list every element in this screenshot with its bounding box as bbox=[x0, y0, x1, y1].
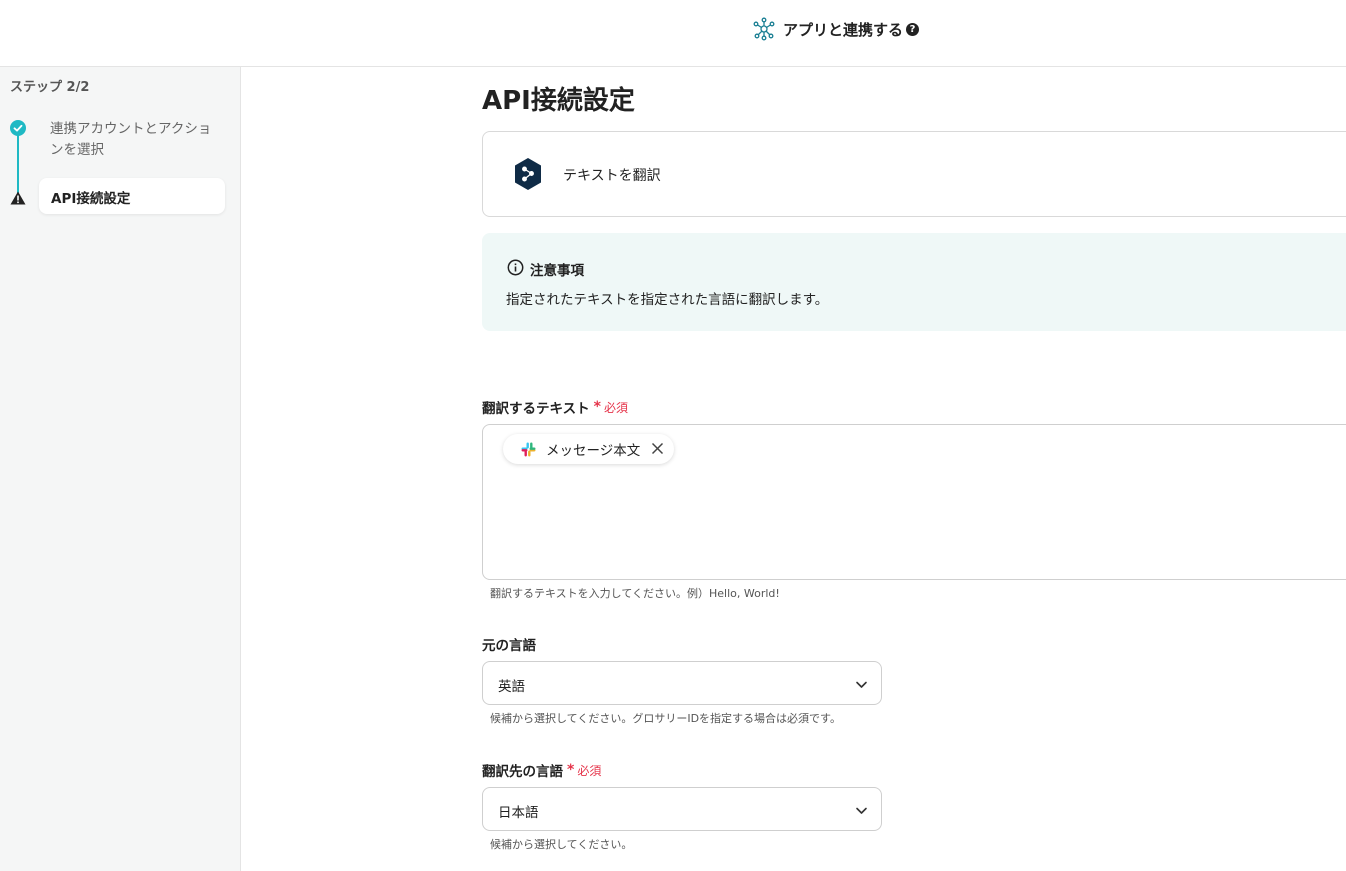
text-field-label: 翻訳するテキスト * 必須 bbox=[482, 397, 628, 417]
close-icon[interactable] bbox=[651, 442, 664, 455]
network-icon bbox=[753, 17, 775, 41]
page-title: API接続設定 bbox=[482, 86, 635, 116]
chip-label: メッセージ本文 bbox=[546, 443, 641, 459]
step-count: ステップ 2/2 bbox=[10, 80, 90, 95]
required-mark: * bbox=[567, 762, 575, 778]
target-lang-value: 日本語 bbox=[498, 805, 539, 821]
step-progress-line bbox=[17, 129, 19, 197]
source-lang-value: 英語 bbox=[498, 679, 525, 695]
check-icon bbox=[10, 120, 26, 136]
source-lang-hint: 候補から選択してください。グロサリーIDを指定する場合は必須です。 bbox=[490, 712, 841, 725]
notice-box: 注意事項 指定されたテキストを指定された言語に翻訳します。 bbox=[482, 233, 1346, 331]
source-lang-select[interactable]: 英語 bbox=[482, 661, 882, 705]
action-label: テキストを翻訳 bbox=[563, 168, 661, 184]
required-mark: * bbox=[593, 399, 601, 415]
variable-chip[interactable]: メッセージ本文 bbox=[503, 434, 674, 464]
header: アプリと連携する ? bbox=[0, 0, 1346, 67]
text-field-hint: 翻訳するテキストを入力してください。例）Hello, World! bbox=[490, 587, 780, 600]
sidebar: ステップ 2/2 連携アカウントとアクションを選択 API接続設定 bbox=[0, 67, 241, 871]
warning-icon bbox=[10, 191, 26, 205]
sidebar-step-label: API接続設定 bbox=[51, 191, 131, 207]
notice-text: 指定されたテキストを指定された言語に翻訳します。 bbox=[506, 292, 829, 308]
required-text: 必須 bbox=[603, 400, 628, 415]
slack-icon bbox=[521, 442, 536, 456]
source-lang-label: 元の言語 bbox=[482, 634, 536, 654]
target-lang-hint: 候補から選択してください。 bbox=[490, 838, 633, 851]
notice-title: 注意事項 bbox=[530, 263, 584, 279]
target-lang-select[interactable]: 日本語 bbox=[482, 787, 882, 831]
chevron-down-icon bbox=[856, 681, 867, 688]
sidebar-step-select-account[interactable]: 連携アカウントとアクションを選択 bbox=[50, 119, 220, 161]
chevron-down-icon bbox=[856, 807, 867, 814]
text-to-translate-input[interactable]: メッセージ本文 bbox=[482, 424, 1346, 580]
help-icon[interactable]: ? bbox=[906, 22, 920, 36]
header-title-group: アプリと連携する ? bbox=[753, 17, 920, 41]
target-lang-label-text: 翻訳先の言語 bbox=[482, 764, 563, 780]
required-text: 必須 bbox=[577, 763, 602, 778]
source-lang-label-text: 元の言語 bbox=[482, 638, 536, 654]
action-card: テキストを翻訳 bbox=[482, 131, 1346, 217]
deepl-icon bbox=[515, 158, 541, 190]
target-lang-label: 翻訳先の言語 * 必須 bbox=[482, 760, 601, 780]
header-title: アプリと連携する bbox=[783, 20, 904, 39]
info-icon bbox=[507, 259, 524, 276]
text-field-label-text: 翻訳するテキスト bbox=[482, 401, 590, 417]
sidebar-step-api-settings[interactable]: API接続設定 bbox=[39, 178, 225, 214]
